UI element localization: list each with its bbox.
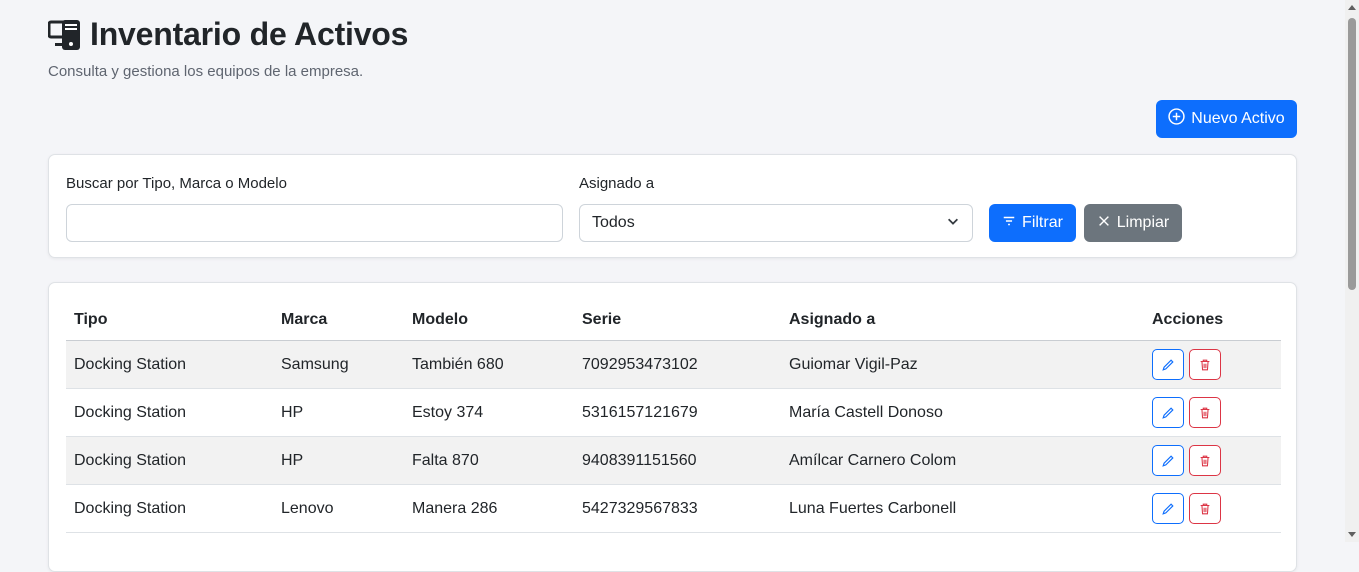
cell-marca: Lenovo <box>273 484 404 533</box>
scroll-up-arrow-icon[interactable] <box>1348 5 1356 10</box>
trash-icon <box>1200 359 1210 370</box>
cell-marca: Samsung <box>273 340 404 389</box>
delete-button[interactable] <box>1189 397 1221 428</box>
column-header-tipo: Tipo <box>66 299 273 341</box>
table-row: Docking Station Samsung También 680 7092… <box>66 340 1281 389</box>
cell-acciones <box>1144 436 1281 485</box>
cell-acciones <box>1144 484 1281 533</box>
cell-tipo: Docking Station <box>66 436 273 485</box>
assigned-select-value: Todos <box>592 214 635 231</box>
clear-button-label: Limpiar <box>1116 214 1170 231</box>
chevron-down-icon <box>946 214 960 233</box>
filter-card: Buscar por Tipo, Marca o Modelo Asignado… <box>48 154 1297 258</box>
cell-modelo: Manera 286 <box>404 484 574 533</box>
trash-icon <box>1200 455 1210 466</box>
vertical-scrollbar[interactable] <box>1345 0 1359 542</box>
cell-modelo: Falta 870 <box>404 436 574 485</box>
edit-button[interactable] <box>1152 493 1184 524</box>
cell-marca: HP <box>273 388 404 437</box>
new-asset-button[interactable]: Nuevo Activo <box>1156 100 1297 138</box>
cell-tipo: Docking Station <box>66 388 273 437</box>
column-header-modelo: Modelo <box>404 299 574 341</box>
filter-icon <box>1002 214 1016 233</box>
cell-modelo: Estoy 374 <box>404 388 574 437</box>
devices-icon <box>47 18 82 52</box>
new-asset-label: Nuevo Activo <box>1191 110 1285 127</box>
cell-asignado: Amílcar Carnero Colom <box>781 436 1144 485</box>
cell-serie: 5316157121679 <box>574 388 781 437</box>
assets-table: Tipo Marca Modelo Serie Asignado a Accio… <box>66 299 1281 533</box>
scrollbar-thumb[interactable] <box>1348 18 1356 290</box>
edit-button[interactable] <box>1152 397 1184 428</box>
plus-circle-icon <box>1168 108 1185 130</box>
scroll-down-arrow-icon[interactable] <box>1348 532 1356 537</box>
trash-icon <box>1200 407 1210 418</box>
cell-serie: 9408391151560 <box>574 436 781 485</box>
table-row: Docking Station HP Falta 870 94083911515… <box>66 436 1281 485</box>
cell-serie: 7092953473102 <box>574 340 781 389</box>
cell-tipo: Docking Station <box>66 340 273 389</box>
assets-table-card: Tipo Marca Modelo Serie Asignado a Accio… <box>48 282 1297 572</box>
page-subtitle: Consulta y gestiona los equipos de la em… <box>48 63 364 80</box>
filter-button-label: Filtrar <box>1022 214 1063 231</box>
column-header-marca: Marca <box>273 299 404 341</box>
table-header-row: Tipo Marca Modelo Serie Asignado a Accio… <box>66 299 1281 341</box>
column-header-acciones: Acciones <box>1144 299 1281 341</box>
clear-button[interactable]: Limpiar <box>1084 204 1182 242</box>
title-row: Inventario de Activos <box>47 16 409 53</box>
cell-serie: 5427329567833 <box>574 484 781 533</box>
cell-asignado: Luna Fuertes Carbonell <box>781 484 1144 533</box>
column-header-serie: Serie <box>574 299 781 341</box>
page-title: Inventario de Activos <box>90 16 409 52</box>
cell-acciones <box>1144 340 1281 389</box>
pencil-icon <box>1162 358 1174 371</box>
delete-button[interactable] <box>1189 445 1221 476</box>
table-row: Docking Station Lenovo Manera 286 542732… <box>66 484 1281 533</box>
filter-button[interactable]: Filtrar <box>989 204 1076 242</box>
close-icon <box>1097 214 1111 233</box>
cell-acciones <box>1144 388 1281 437</box>
assigned-label: Asignado a <box>579 175 655 192</box>
table-row: Docking Station HP Estoy 374 53161571216… <box>66 388 1281 437</box>
edit-button[interactable] <box>1152 445 1184 476</box>
cell-tipo: Docking Station <box>66 484 273 533</box>
search-input[interactable] <box>66 204 563 242</box>
pencil-icon <box>1162 502 1174 515</box>
delete-button[interactable] <box>1189 493 1221 524</box>
pencil-icon <box>1162 406 1174 419</box>
assigned-select[interactable]: Todos <box>579 204 973 242</box>
column-header-asignado: Asignado a <box>781 299 1144 341</box>
cell-asignado: María Castell Donoso <box>781 388 1144 437</box>
delete-button[interactable] <box>1189 349 1221 380</box>
search-label: Buscar por Tipo, Marca o Modelo <box>66 175 287 192</box>
cell-marca: HP <box>273 436 404 485</box>
trash-icon <box>1200 503 1210 514</box>
pencil-icon <box>1162 454 1174 467</box>
edit-button[interactable] <box>1152 349 1184 380</box>
cell-modelo: También 680 <box>404 340 574 389</box>
cell-asignado: Guiomar Vigil-Paz <box>781 340 1144 389</box>
